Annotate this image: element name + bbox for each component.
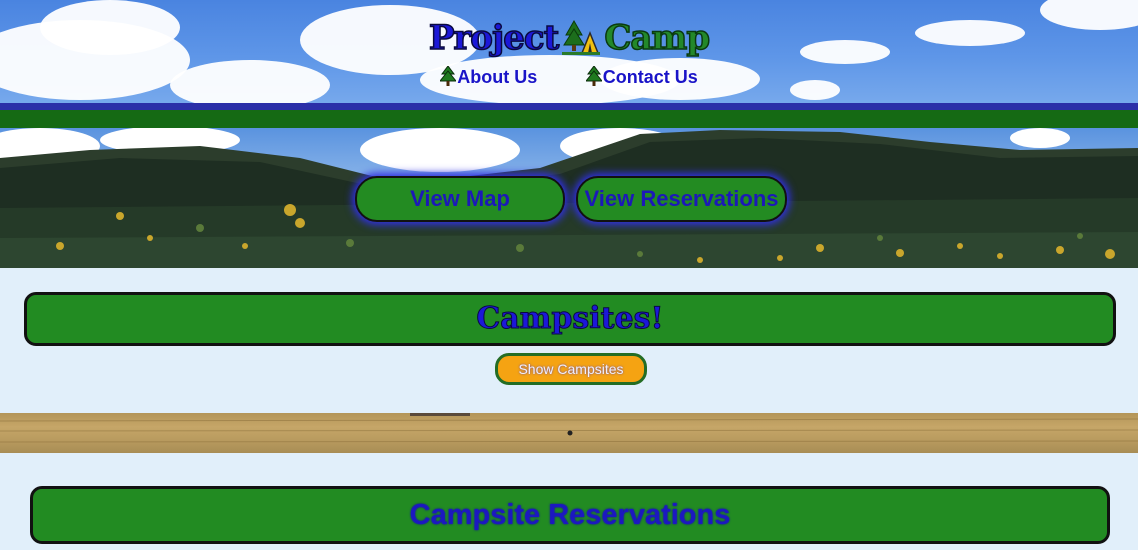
logo-text-camp: Camp	[604, 17, 711, 59]
site-logo[interactable]: Project Camp	[0, 16, 1138, 66]
meadow-banner-image	[0, 413, 1138, 453]
nav-link-about-us[interactable]: About Us	[439, 65, 538, 91]
nav-link-contact-us[interactable]: Contact Us	[584, 65, 698, 91]
view-map-button[interactable]: View Map	[355, 176, 565, 222]
tree-icon	[439, 65, 458, 91]
mountain-landscape-image	[0, 128, 1138, 268]
site-header: Project Camp About Us Contact Us	[0, 0, 1138, 104]
campsite-reservations-heading: Campsite Reservations	[30, 486, 1110, 544]
tent-icon	[562, 19, 601, 66]
logo-text-project: Project	[428, 17, 560, 59]
tree-icon	[584, 65, 603, 91]
nav-link-label: About Us	[457, 67, 538, 87]
meadow-texture	[0, 413, 1138, 443]
view-reservations-button[interactable]: View Reservations	[576, 176, 787, 222]
campsites-heading: Campsites!	[24, 292, 1116, 346]
show-campsites-button[interactable]: Show Campsites	[495, 353, 647, 385]
main-nav: About Us Contact Us	[0, 65, 1138, 91]
header-divider-green	[0, 110, 1138, 128]
mountain-hero-banner: View Map View Reservations	[0, 128, 1138, 268]
nav-link-label: Contact Us	[602, 67, 698, 87]
